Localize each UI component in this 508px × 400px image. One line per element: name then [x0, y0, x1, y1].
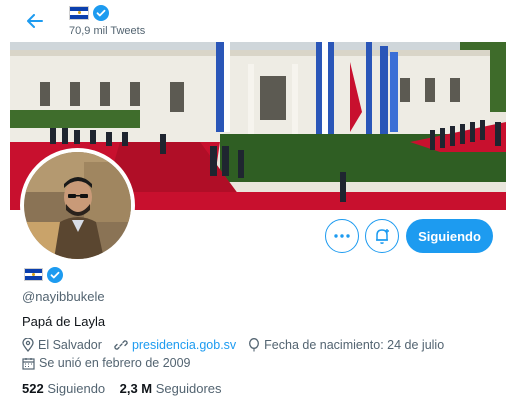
- notification-bell-icon: [376, 229, 389, 244]
- following-stat[interactable]: 522 Siguiendo: [22, 381, 105, 396]
- el-salvador-flag-icon: [24, 268, 43, 281]
- joined-item: Se unió en febrero de 2009: [22, 356, 191, 370]
- profile-bio: Papá de Layla: [22, 314, 106, 329]
- following-count: 522: [22, 381, 44, 396]
- back-button[interactable]: [22, 9, 48, 33]
- follow-stats: 522 Siguiendo 2,3 M Seguidores: [22, 381, 222, 396]
- profile-avatar[interactable]: [20, 148, 135, 263]
- website-item[interactable]: presidencia.gob.sv: [114, 338, 236, 352]
- following-button[interactable]: Siguiendo: [406, 219, 493, 253]
- birthday-text: Fecha de nacimiento: 24 de julio: [264, 338, 445, 352]
- followers-count: 2,3 M: [119, 381, 153, 396]
- joined-text: Se unió en febrero de 2009: [39, 356, 191, 370]
- link-icon: [114, 340, 128, 350]
- followers-label: Seguidores: [155, 381, 222, 396]
- location-text: El Salvador: [38, 338, 102, 352]
- el-salvador-flag-icon: [69, 6, 89, 20]
- tweet-count: 70,9 mil Tweets: [69, 25, 146, 37]
- profile-joined: Se unió en febrero de 2009: [22, 356, 203, 370]
- notifications-button[interactable]: [365, 219, 399, 253]
- calendar-icon: [22, 357, 35, 370]
- verified-badge-icon: [47, 267, 63, 283]
- location-item: El Salvador: [22, 338, 102, 352]
- following-label: Siguiendo: [47, 381, 106, 396]
- balloon-icon: [249, 338, 260, 352]
- birthday-item: Fecha de nacimiento: 24 de julio: [248, 338, 444, 352]
- profile-meta: El Salvador presidencia.gob.sv Fecha de …: [22, 338, 456, 352]
- location-pin-icon: [22, 338, 34, 352]
- profile-header: 70,9 mil Tweets: [0, 0, 508, 42]
- more-button[interactable]: [325, 219, 359, 253]
- avatar-photo: [24, 152, 131, 259]
- verified-badge-icon: [93, 5, 109, 21]
- back-arrow-icon: [27, 14, 43, 28]
- profile-handle: @nayibbukele: [22, 289, 105, 304]
- website-link[interactable]: presidencia.gob.sv: [132, 338, 236, 352]
- more-icon: [334, 234, 350, 238]
- followers-stat[interactable]: 2,3 M Seguidores: [120, 381, 222, 396]
